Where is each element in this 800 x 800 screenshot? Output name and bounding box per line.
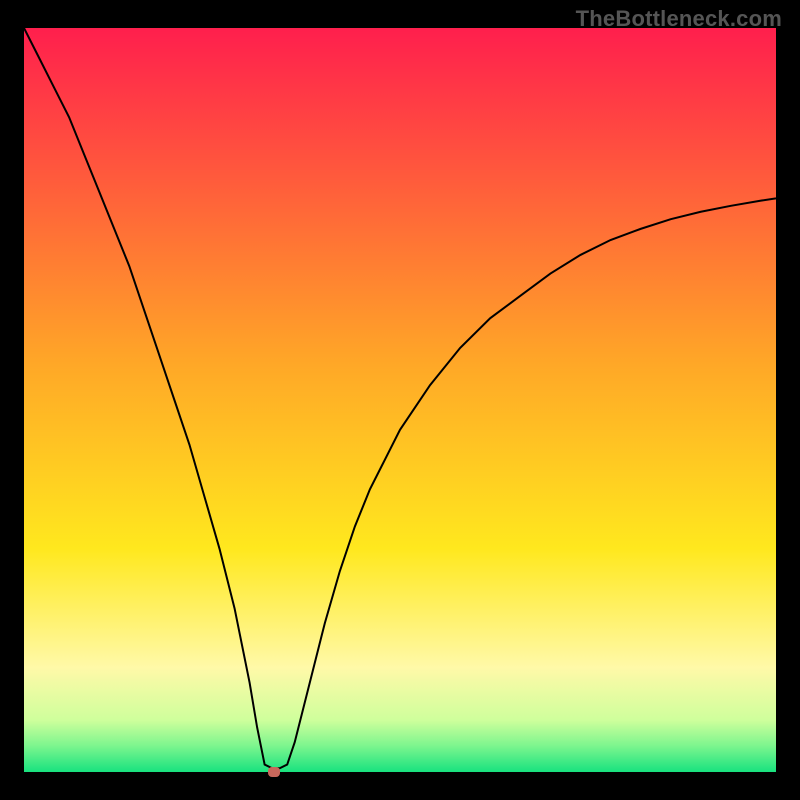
gradient-background bbox=[24, 28, 776, 772]
chart-container: TheBottleneck.com bbox=[0, 0, 800, 800]
watermark-label: TheBottleneck.com bbox=[576, 6, 782, 32]
chart-svg bbox=[24, 28, 776, 772]
plot-area bbox=[24, 28, 776, 772]
minimum-marker bbox=[268, 767, 280, 777]
